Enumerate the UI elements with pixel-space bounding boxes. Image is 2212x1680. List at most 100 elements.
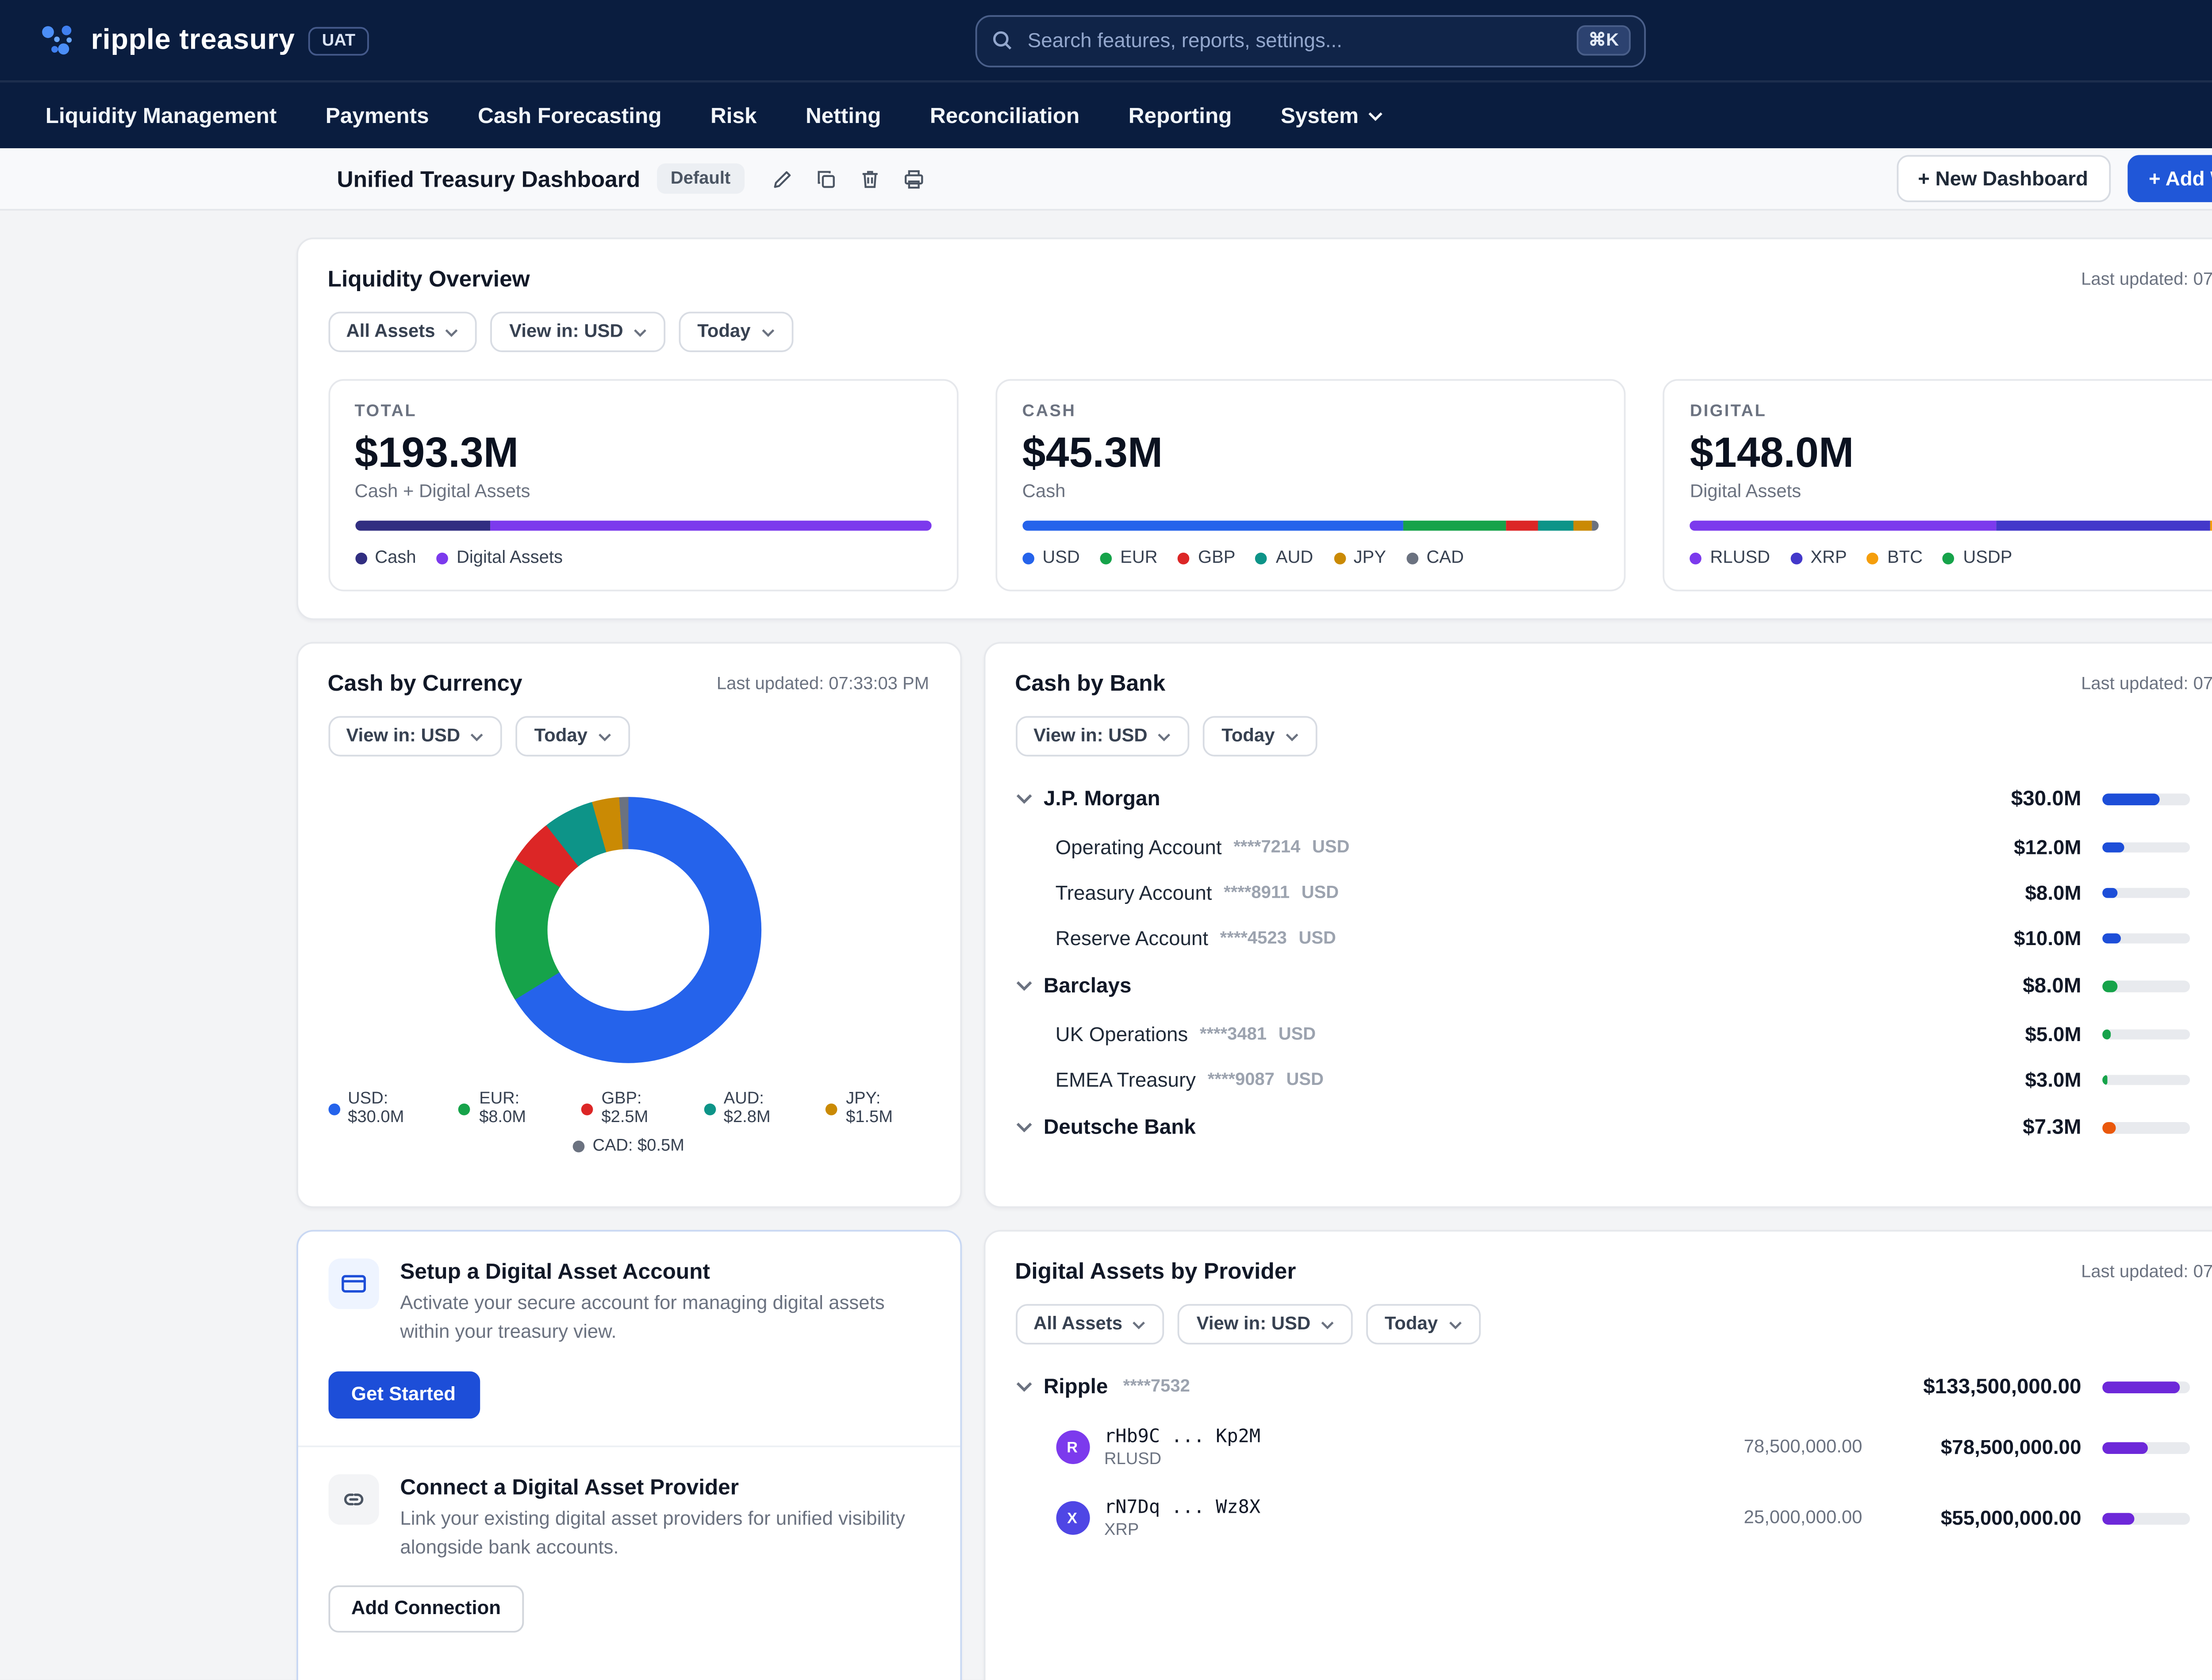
chevron-down-icon [1158, 733, 1171, 741]
filter-view-in-usd[interactable]: View in: USD [491, 311, 665, 352]
liquidity-overview-card: Liquidity Overview Last updated: 07:33:0… [296, 237, 2212, 620]
legend-item: USD [1022, 548, 1080, 568]
legend-dot [436, 552, 448, 564]
bank-row-barclays[interactable]: Barclays $8.0M 17.66% [1015, 960, 2212, 1011]
expand-chevron-icon[interactable] [1015, 793, 1032, 804]
legend-dot [1100, 552, 1112, 564]
brand[interactable]: ripple treasury UAT [37, 22, 369, 59]
nav-item-netting[interactable]: Netting [806, 103, 881, 128]
last-updated: Last updated: 07:33:03 PM [2081, 1261, 2212, 1281]
legend-item: JPY: $1.5M [826, 1090, 929, 1127]
nav-item-risk[interactable]: Risk [710, 103, 757, 128]
account-row[interactable]: EMEA Treasury ****9087 USD $3.0M 6.62% [1015, 1056, 2212, 1102]
bank-row-jp-morgan[interactable]: J.P. Morgan $30.0M 66.22% [1015, 773, 2212, 824]
stat-label: TOTAL [354, 403, 417, 421]
filter-view-in-usd[interactable]: View in: USD [1178, 1304, 1353, 1345]
duplicate-copy-icon[interactable] [815, 168, 837, 190]
setup-title: Connect a Digital Asset Provider [400, 1473, 739, 1499]
stat-cash: CASH $45.3M Cash USD EUR GBP AUD JPY CAD [995, 379, 1626, 592]
connect-provider-section: Connect a Digital Asset Provider Link yo… [297, 1445, 960, 1659]
chevron-down-icon [1321, 1321, 1334, 1329]
global-search[interactable]: ⌘K [975, 14, 1646, 67]
dashboard-header: Unified Treasury Dashboard Default + New… [0, 148, 2212, 211]
setup-description: Link your existing digital asset provide… [400, 1508, 905, 1558]
filter-today[interactable]: Today [515, 716, 630, 757]
bank-bar [2101, 792, 2189, 805]
new-dashboard-button[interactable]: + New Dashboard [1896, 155, 2110, 202]
account-row[interactable]: Reserve Account ****4523 USD $10.0M 22.0… [1015, 915, 2212, 961]
delete-trash-icon[interactable] [859, 168, 881, 190]
wallet-address: rN7Dq ... Wz8X [1104, 1496, 1261, 1518]
add-widget-button[interactable]: + Add Widget [2127, 155, 2212, 202]
bank-percent: 66.22% [2209, 788, 2212, 809]
legend-dot [826, 1103, 838, 1115]
chevron-down-icon [1133, 1321, 1146, 1329]
wallet-native-amount: 25,000,000.00 [1743, 1507, 1863, 1528]
wallet-usd-amount: $78,500,000.00 [1940, 1435, 2081, 1459]
filter-view-in-usd[interactable]: View in: USD [327, 716, 503, 757]
nav-item-liquidity-management[interactable]: Liquidity Management [46, 103, 277, 128]
account-amount: $12.0M [2014, 834, 2081, 859]
wallet-native-amount: 78,500,000.00 [1743, 1437, 1863, 1457]
wallet-avatar: X [1055, 1501, 1089, 1535]
expand-chevron-icon[interactable] [1015, 980, 1032, 991]
bank-row-deutsche-bank[interactable]: Deutsche Bank $7.3M 16.12% [1015, 1102, 2212, 1152]
filter-view-in-usd[interactable]: View in: USD [1015, 716, 1190, 757]
account-percent: 22.07% [2209, 927, 2212, 948]
search-icon [993, 31, 1012, 50]
nav-item-cash-forecasting[interactable]: Cash Forecasting [478, 103, 661, 128]
account-bar [2101, 887, 2189, 897]
legend-item: CAD [1406, 548, 1464, 568]
env-badge: UAT [308, 26, 369, 55]
wallet-row[interactable]: R rHb9C ... Kp2M RLUSD 78,500,000.00 $78… [1015, 1412, 2212, 1483]
nav-item-payments[interactable]: Payments [326, 103, 429, 128]
account-row[interactable]: Treasury Account ****8911 USD $8.0M 17.6… [1015, 869, 2212, 915]
filter-all-assets[interactable]: All Assets [327, 311, 477, 352]
get-started-button[interactable]: Get Started [327, 1370, 480, 1418]
edit-pencil-icon[interactable] [771, 168, 793, 190]
default-badge: Default [657, 163, 744, 194]
account-amount: $3.0M [2025, 1067, 2081, 1091]
setup-description: Activate your secure account for managin… [400, 1294, 885, 1343]
legend-dot [1790, 552, 1802, 564]
account-amount: $5.0M [2025, 1022, 2081, 1046]
bank-bar [2101, 1121, 2189, 1133]
last-updated: Last updated: 07:33:03 PM [2081, 269, 2212, 289]
topbar: ripple treasury UAT ⌘K ? DM [0, 0, 2212, 81]
provider-row-ripple[interactable]: Ripple ****7532 $133,500,000.00 90.20% [1015, 1361, 2212, 1412]
legend-item: EUR [1100, 548, 1158, 568]
filter-today[interactable]: Today [1203, 716, 1317, 757]
search-input[interactable] [1027, 28, 1563, 53]
legend-dot [1256, 552, 1267, 564]
setup-account-section: Setup a Digital Asset Account Activate y… [297, 1232, 959, 1445]
keyboard-shortcut-badge: ⌘K [1576, 25, 1631, 56]
account-bar [2101, 932, 2189, 943]
nav-item-system[interactable]: System [1281, 103, 1382, 128]
account-row[interactable]: Operating Account ****7214 USD $12.0M 26… [1015, 824, 2212, 869]
legend-item: RLUSD [1690, 548, 1770, 568]
stat-sublabel: Digital Assets [1690, 482, 1801, 502]
legend-item: AUD [1256, 548, 1313, 568]
add-connection-button[interactable]: Add Connection [327, 1585, 525, 1633]
nav-item-reconciliation[interactable]: Reconciliation [930, 103, 1079, 128]
print-icon[interactable] [902, 168, 925, 190]
expand-chevron-icon[interactable] [1015, 1122, 1032, 1132]
expand-chevron-icon[interactable] [1015, 1381, 1032, 1392]
wallet-asset: XRP [1104, 1521, 1139, 1540]
wallet-row[interactable]: X rN7Dq ... Wz8X XRP 25,000,000.00 $55,0… [1015, 1483, 2212, 1553]
filter-today[interactable]: Today [679, 311, 793, 352]
wallet-usd-amount: $55,000,000.00 [1940, 1506, 2081, 1530]
cash-by-currency-card: Cash by Currency Last updated: 07:33:03 … [296, 642, 961, 1208]
donut-legend-row: CAD: $0.5M [328, 1137, 929, 1156]
filter-all-assets[interactable]: All Assets [1015, 1304, 1165, 1345]
link-icon [327, 1473, 378, 1524]
legend-dot [703, 1103, 715, 1115]
legend-dot [459, 1103, 471, 1115]
filter-today[interactable]: Today [1366, 1304, 1480, 1345]
account-amount: $8.0M [2025, 880, 2081, 904]
nav-item-reporting[interactable]: Reporting [1129, 103, 1232, 128]
card-title: Cash by Currency [327, 670, 522, 696]
account-percent: 6.62% [2209, 1069, 2212, 1089]
account-row[interactable]: UK Operations ****3481 USD $5.0M 11.04% [1015, 1011, 2212, 1057]
currency-donut-chart [495, 797, 762, 1063]
